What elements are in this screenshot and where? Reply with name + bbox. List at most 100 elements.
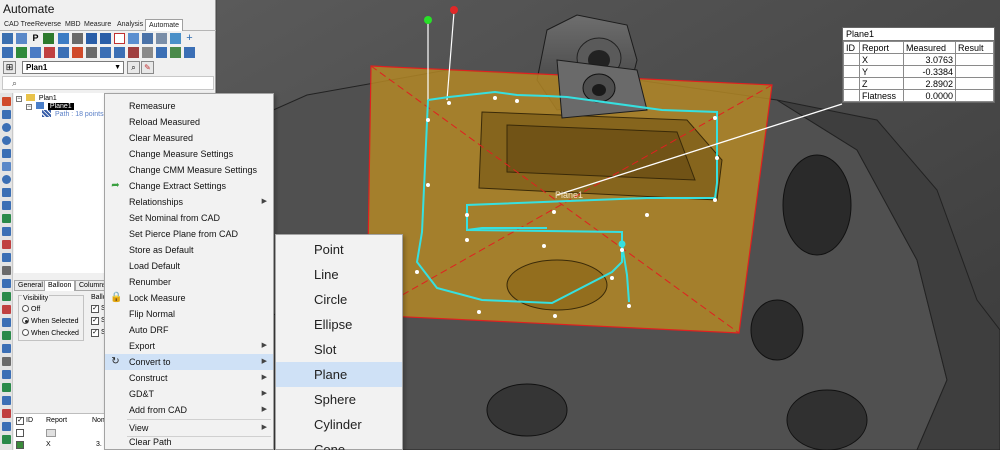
pick-icon[interactable]: ✎ <box>141 61 154 74</box>
menu-item-change-cmm-measure-settings[interactable]: Change CMM Measure Settings <box>105 162 273 178</box>
menu-item-clear-path[interactable]: Clear Path <box>105 434 273 450</box>
ellipse-tool-icon[interactable] <box>2 136 11 145</box>
tab-analysis[interactable]: Analysis <box>114 19 146 31</box>
collapse-icon[interactable]: − <box>26 104 32 110</box>
menu-item-relationships[interactable]: Relationships ▶ <box>105 194 273 210</box>
collapse-icon[interactable]: − <box>16 96 22 102</box>
tab-measure[interactable]: Measure <box>81 19 114 31</box>
check-icon[interactable] <box>170 47 181 58</box>
submenu-item-plane[interactable]: Plane <box>276 362 402 387</box>
search-icon[interactable]: ⌕ <box>127 61 140 74</box>
point-tool-icon[interactable] <box>2 97 11 106</box>
new-icon[interactable] <box>2 33 13 44</box>
report-icon[interactable] <box>58 33 69 44</box>
axis-icon[interactable] <box>86 47 97 58</box>
report-tool-icon[interactable] <box>2 396 11 405</box>
probe-path-icon[interactable] <box>100 47 111 58</box>
menu-item-gdt[interactable]: GD&T ▶ <box>105 386 273 402</box>
cylinder-tool-icon[interactable] <box>2 188 11 197</box>
dots-icon[interactable] <box>156 47 167 58</box>
submenu-item-ellipse[interactable]: Ellipse <box>276 312 402 337</box>
submenu-item-cylinder[interactable]: Cylinder <box>276 412 402 437</box>
list-tool-icon[interactable] <box>2 422 11 431</box>
expand-icon[interactable]: ⊞ <box>3 61 16 74</box>
scan-tool-icon[interactable] <box>2 344 11 353</box>
hole-tool-icon[interactable] <box>2 318 11 327</box>
confirm-tool-icon[interactable] <box>2 435 11 444</box>
menu-item-change-extract-settings[interactable]: ➦ Change Extract Settings <box>105 178 273 194</box>
stop-icon[interactable] <box>44 47 55 58</box>
settings-icon[interactable] <box>72 33 83 44</box>
submenu-item-sphere[interactable]: Sphere <box>276 387 402 412</box>
menu-item-load-default[interactable]: Load Default <box>105 258 273 274</box>
temperature-icon[interactable] <box>128 47 139 58</box>
grid-filter-icon[interactable] <box>46 429 56 437</box>
datum-icon[interactable] <box>72 47 83 58</box>
radio-off-button[interactable] <box>22 305 29 312</box>
tab-automate[interactable]: Automate <box>145 19 183 31</box>
probe-head-icon[interactable] <box>170 33 181 44</box>
menu-item-set-nominal-from-cad[interactable]: Set Nominal from CAD <box>105 210 273 226</box>
filter-icon[interactable] <box>43 33 54 44</box>
angle-tool-icon[interactable] <box>2 253 11 262</box>
merge-icon[interactable] <box>184 47 195 58</box>
line-tool-icon[interactable] <box>2 110 11 119</box>
feature-tool-icon[interactable] <box>2 331 11 340</box>
check-tool-icon[interactable] <box>2 383 11 392</box>
tab-balloon[interactable]: Balloon <box>44 280 76 291</box>
profile-tool-icon[interactable] <box>2 292 11 301</box>
probe-icon[interactable] <box>114 33 125 44</box>
submenu-item-cone[interactable]: Cone <box>276 437 402 450</box>
menu-item-convert-to[interactable]: ↻ Convert to ▶ <box>105 354 273 370</box>
measurement-result-table[interactable]: Plane1 ID Report Measured Result X 3.076… <box>842 27 995 103</box>
radio-when-selected-button[interactable] <box>22 317 29 324</box>
sphere-tool-icon[interactable] <box>2 175 11 184</box>
menu-item-change-measure-settings[interactable]: Change Measure Settings <box>105 146 273 162</box>
cone-tool-icon[interactable] <box>2 201 11 210</box>
feature-icon[interactable] <box>128 33 139 44</box>
datum-tool-icon[interactable] <box>2 370 11 379</box>
align-icon[interactable] <box>58 47 69 58</box>
curve-tool-icon[interactable] <box>2 214 11 223</box>
grid-icon[interactable] <box>2 47 13 58</box>
radio-when-selected[interactable]: When Selected <box>22 317 78 325</box>
surface-tool-icon[interactable] <box>2 227 11 236</box>
hatch2-icon[interactable] <box>156 33 167 44</box>
balloon-checkbox-2[interactable]: ✓ <box>91 317 99 325</box>
menu-item-export[interactable]: Export ▶ <box>105 338 273 354</box>
tree-root[interactable]: − Plan1 <box>16 94 57 102</box>
distance-tool-icon[interactable] <box>2 266 11 275</box>
clearance-icon[interactable] <box>114 47 125 58</box>
menu-item-reload-measured[interactable]: Reload Measured <box>105 114 273 130</box>
plane-tool-icon[interactable] <box>2 162 11 171</box>
menu-item-store-as-default[interactable]: Store as Default <box>105 242 273 258</box>
submenu-item-circle[interactable]: Circle <box>276 287 402 312</box>
menu-item-lock-measure[interactable]: 🔒 Lock Measure <box>105 290 273 306</box>
grid-header-checkbox[interactable]: ✓ <box>16 417 24 425</box>
submenu-item-slot[interactable]: Slot <box>276 337 402 362</box>
circle-tool-icon[interactable] <box>2 123 11 132</box>
menu-item-clear-measured[interactable]: Clear Measured <box>105 130 273 146</box>
menu-item-add-from-cad[interactable]: Add from CAD ▶ <box>105 402 273 418</box>
tab-reverse[interactable]: Reverse <box>32 19 64 31</box>
submenu-item-line[interactable]: Line <box>276 262 402 287</box>
menu-item-renumber[interactable]: Renumber <box>105 274 273 290</box>
tool-icon[interactable] <box>142 47 153 58</box>
submenu-item-point[interactable]: Point <box>276 237 402 262</box>
feature-select[interactable]: Plan1 ▼ <box>22 61 124 74</box>
grid-row-checkbox[interactable] <box>16 429 24 437</box>
arrow-icon[interactable] <box>16 47 27 58</box>
search-input[interactable]: ⌕ <box>2 76 214 90</box>
radio-when-checked-button[interactable] <box>22 329 29 336</box>
pierce-tool-icon[interactable] <box>2 305 11 314</box>
tree-item-path[interactable]: Path : 18 points <box>42 110 104 118</box>
program-icon[interactable]: P <box>30 33 41 44</box>
gdt-tool-icon[interactable] <box>2 357 11 366</box>
radio-off[interactable]: Off <box>22 305 40 313</box>
tree-item-plane1[interactable]: − Plane1 <box>26 102 74 110</box>
delete-tool-icon[interactable] <box>2 409 11 418</box>
hatch-icon[interactable] <box>142 33 153 44</box>
tab-general[interactable]: General <box>14 280 47 291</box>
edge-tool-icon[interactable] <box>2 240 11 249</box>
step-icon[interactable] <box>30 47 41 58</box>
